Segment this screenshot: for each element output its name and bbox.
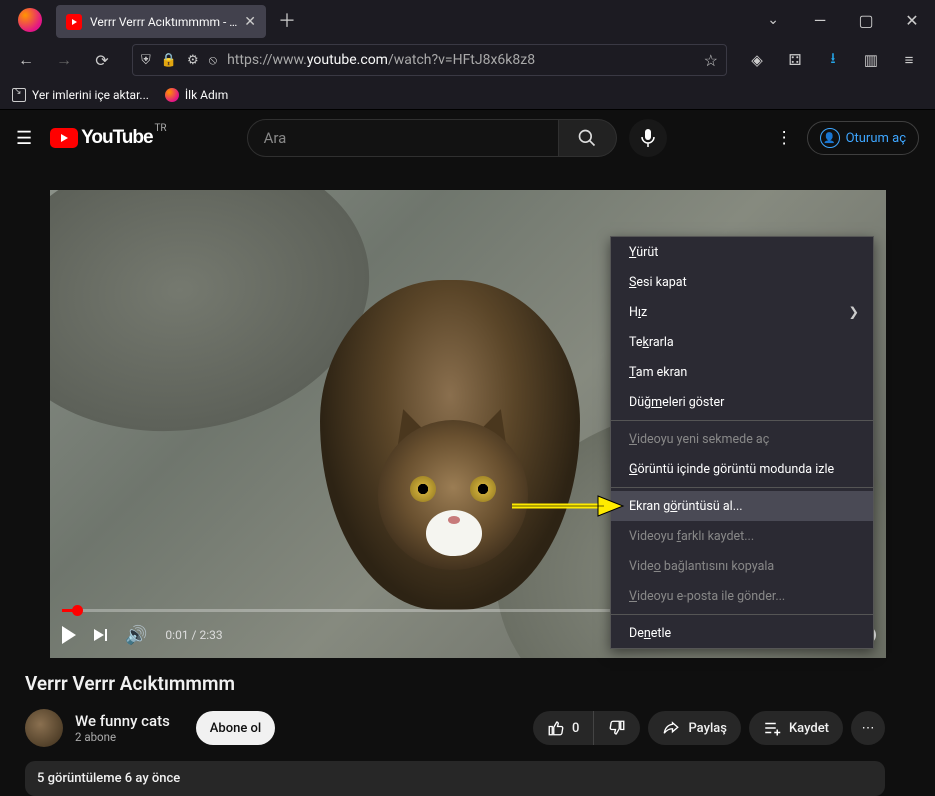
url-text: https://www.youtube.com/watch?v=HFtJ8x6k…	[227, 52, 694, 68]
ctx-screenshot[interactable]: Ekran görüntüsü al...	[611, 491, 873, 521]
thumbs-up-icon	[547, 719, 565, 737]
signin-label: Oturum aç	[846, 131, 906, 146]
user-icon: 👤	[820, 128, 840, 148]
shield-icon[interactable]: ⛨	[141, 53, 151, 68]
share-icon	[662, 719, 680, 737]
share-button[interactable]: Paylaş	[648, 711, 741, 745]
mic-icon	[640, 128, 656, 148]
address-bar[interactable]: ⛨ 🔒 ⚙ ⦸ https://www.youtube.com/watch?v=…	[132, 44, 727, 76]
media-block-icon[interactable]: ⦸	[209, 53, 217, 68]
more-actions-button[interactable]: ⋯	[851, 711, 885, 745]
browser-titlebar: Verrr Verrr Acıktımmmm - YouT ✕ ＋ ⌄ — ▢ …	[0, 0, 935, 40]
description-box[interactable]: 5 görüntüleme 6 ay önce	[25, 761, 885, 796]
hamburger-icon[interactable]: ☰	[16, 128, 32, 149]
like-dislike-pill: 0	[533, 711, 640, 745]
library-icon[interactable]: ▥	[855, 44, 887, 76]
downloads-icon[interactable]: ⭳	[817, 44, 849, 76]
ctx-open-new-tab[interactable]: Videoyu yeni sekmede aç	[611, 424, 873, 454]
play-button[interactable]	[62, 626, 76, 644]
voice-search-button[interactable]	[629, 119, 667, 157]
views-date: 5 görüntüleme 6 ay önce	[37, 771, 180, 786]
ctx-email[interactable]: Videoyu e-posta ile gönder...	[611, 581, 873, 611]
youtube-play-icon	[50, 128, 78, 148]
ctx-play[interactable]: Yürüt	[611, 237, 873, 267]
playlist-add-icon	[763, 720, 781, 736]
bookmark-star-icon[interactable]: ☆	[704, 51, 718, 70]
extensions-icon[interactable]: ⚃	[779, 44, 811, 76]
time-display: 0:01 / 2:33	[165, 628, 222, 642]
bookmark-label: Yer imlerini içe aktar...	[32, 88, 149, 102]
back-button[interactable]: ←	[10, 44, 42, 76]
search-input[interactable]: Ara	[247, 119, 559, 157]
pocket-icon[interactable]: ◈	[741, 44, 773, 76]
signin-button[interactable]: 👤 Oturum aç	[807, 121, 919, 155]
search-button[interactable]	[559, 119, 617, 157]
maximize-button[interactable]: ▢	[843, 0, 889, 40]
youtube-wordmark: YouTube	[81, 127, 152, 149]
separator	[611, 614, 873, 615]
reload-button[interactable]: ⟳	[86, 44, 118, 76]
new-tab-button[interactable]: ＋	[278, 7, 296, 33]
settings-dots[interactable]: ⋮	[776, 128, 793, 148]
volume-icon[interactable]: 🔊	[125, 625, 147, 646]
subscriber-count: 2 abone	[75, 730, 170, 744]
ctx-copy-link[interactable]: Video bağlantısını kopyala	[611, 551, 873, 581]
subscribe-button[interactable]: Abone ol	[196, 711, 275, 745]
bookmarks-bar: Yer imlerini içe aktar... İlk Adım	[0, 80, 935, 110]
save-button[interactable]: Kaydet	[749, 711, 843, 745]
youtube-favicon	[66, 14, 82, 30]
like-button[interactable]: 0	[533, 711, 594, 745]
firefox-icon	[18, 8, 42, 32]
chevron-down-icon[interactable]: ⌄	[767, 12, 779, 28]
app-menu-icon[interactable]: ≡	[893, 44, 925, 76]
ctx-loop[interactable]: Tekrarla	[611, 327, 873, 357]
separator	[611, 420, 873, 421]
ctx-mute[interactable]: Sesi kapat	[611, 267, 873, 297]
minimize-button[interactable]: —	[797, 0, 843, 40]
forward-button[interactable]: →	[48, 44, 80, 76]
permissions-icon[interactable]: ⚙	[187, 53, 199, 68]
chevron-right-icon: ❯	[849, 304, 859, 320]
ctx-speed[interactable]: Hız❯	[611, 297, 873, 327]
context-menu: Yürüt Sesi kapat Hız❯ Tekrarla Tam ekran…	[610, 236, 874, 649]
channel-name[interactable]: We funny cats	[75, 712, 170, 730]
bookmark-first-step[interactable]: İlk Adım	[165, 88, 228, 102]
firefox-small-icon	[165, 88, 179, 102]
ctx-show-controls[interactable]: Düğmeleri göster	[611, 387, 873, 417]
close-icon[interactable]: ✕	[244, 14, 256, 30]
bookmark-import[interactable]: Yer imlerini içe aktar...	[12, 88, 149, 102]
ctx-save-as[interactable]: Videoyu farklı kaydet...	[611, 521, 873, 551]
thumbs-down-icon	[608, 719, 626, 737]
video-meta-row: We funny cats 2 abone Abone ol 0 Paylaş …	[0, 695, 935, 747]
video-title: Verrr Verrr Acıktımmmm	[25, 672, 885, 695]
like-count: 0	[572, 721, 579, 736]
bookmark-label: İlk Adım	[185, 88, 228, 102]
browser-toolbar: ← → ⟳ ⛨ 🔒 ⚙ ⦸ https://www.youtube.com/wa…	[0, 40, 935, 80]
share-label: Paylaş	[688, 721, 727, 736]
lock-icon[interactable]: 🔒	[161, 53, 177, 68]
next-button[interactable]	[94, 629, 107, 641]
youtube-header: ☰ YouTube TR Ara ⋮ 👤 Oturum aç	[0, 110, 935, 166]
ctx-fullscreen[interactable]: Tam ekran	[611, 357, 873, 387]
import-icon	[12, 88, 26, 102]
ctx-inspect[interactable]: Denetle	[611, 618, 873, 648]
region-code: TR	[154, 123, 166, 134]
separator	[611, 487, 873, 488]
search-icon	[577, 128, 597, 148]
save-label: Kaydet	[789, 721, 829, 736]
tab-title: Verrr Verrr Acıktımmmm - YouT	[90, 15, 238, 29]
channel-avatar[interactable]	[25, 709, 63, 747]
ctx-pip[interactable]: Görüntü içinde görüntü modunda izle	[611, 454, 873, 484]
search-placeholder: Ara	[264, 129, 287, 147]
dislike-button[interactable]	[594, 719, 640, 737]
youtube-logo[interactable]: YouTube TR	[50, 127, 152, 149]
close-window-button[interactable]: ✕	[889, 0, 935, 40]
browser-tab[interactable]: Verrr Verrr Acıktımmmm - YouT ✕	[56, 5, 266, 38]
